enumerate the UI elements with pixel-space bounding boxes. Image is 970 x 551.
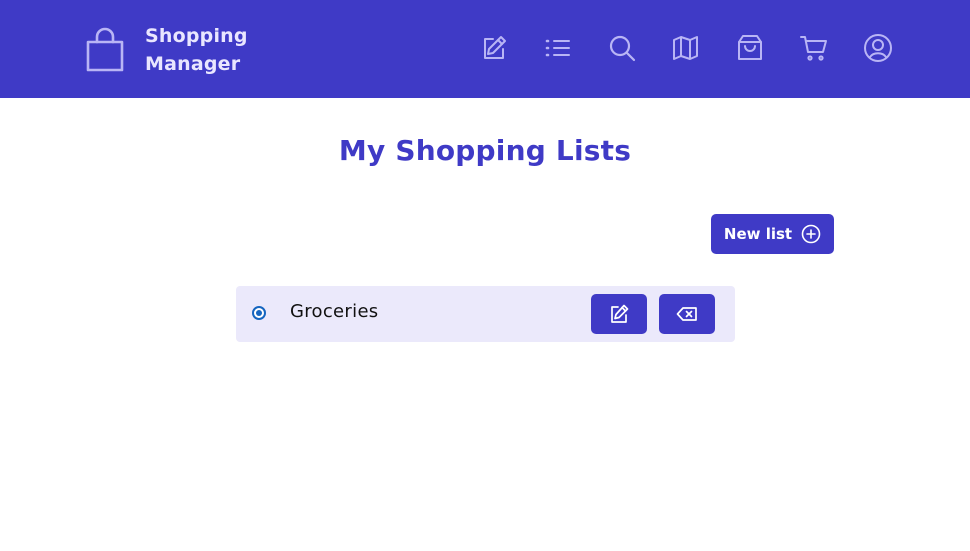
edit-list-button[interactable] (591, 294, 647, 334)
user-circle-icon (864, 34, 892, 62)
brand-name: Shopping Manager (145, 22, 265, 78)
new-list-label: New list (723, 225, 793, 243)
map-icon (673, 36, 698, 60)
backspace-delete-icon (676, 307, 697, 321)
list-name: Groceries (290, 301, 379, 322)
radio-selected-dot (256, 310, 262, 316)
list-select-radio[interactable] (252, 306, 266, 320)
page-title: My Shopping Lists (338, 134, 632, 167)
new-list-button[interactable]: New list (711, 214, 834, 254)
top-navbar: Shopping Manager (0, 0, 970, 98)
shopping-bag-logo-icon (86, 27, 124, 72)
nav-cart-button[interactable] (798, 30, 830, 66)
nav-search-button[interactable] (606, 30, 638, 66)
edit-icon (611, 304, 629, 323)
brand-line-1: Shopping (145, 25, 248, 47)
nav-lists-button[interactable] (542, 30, 574, 66)
delete-list-button[interactable] (659, 294, 715, 334)
nav-account-button[interactable] (862, 30, 894, 66)
search-icon (609, 35, 636, 62)
nav-bag-button[interactable] (734, 30, 766, 66)
list-icon (545, 39, 570, 57)
cart-icon (800, 36, 827, 61)
edit-icon (484, 36, 506, 59)
brand-line-2: Manager (145, 53, 241, 75)
nav-map-button[interactable] (670, 30, 702, 66)
plus-circle-icon (801, 224, 821, 244)
brand-link[interactable]: Shopping Manager (84, 22, 265, 78)
nav-edit-button[interactable] (478, 30, 510, 66)
shopping-list-row[interactable]: Groceries (236, 286, 735, 342)
shopping-bag-icon (738, 35, 762, 60)
